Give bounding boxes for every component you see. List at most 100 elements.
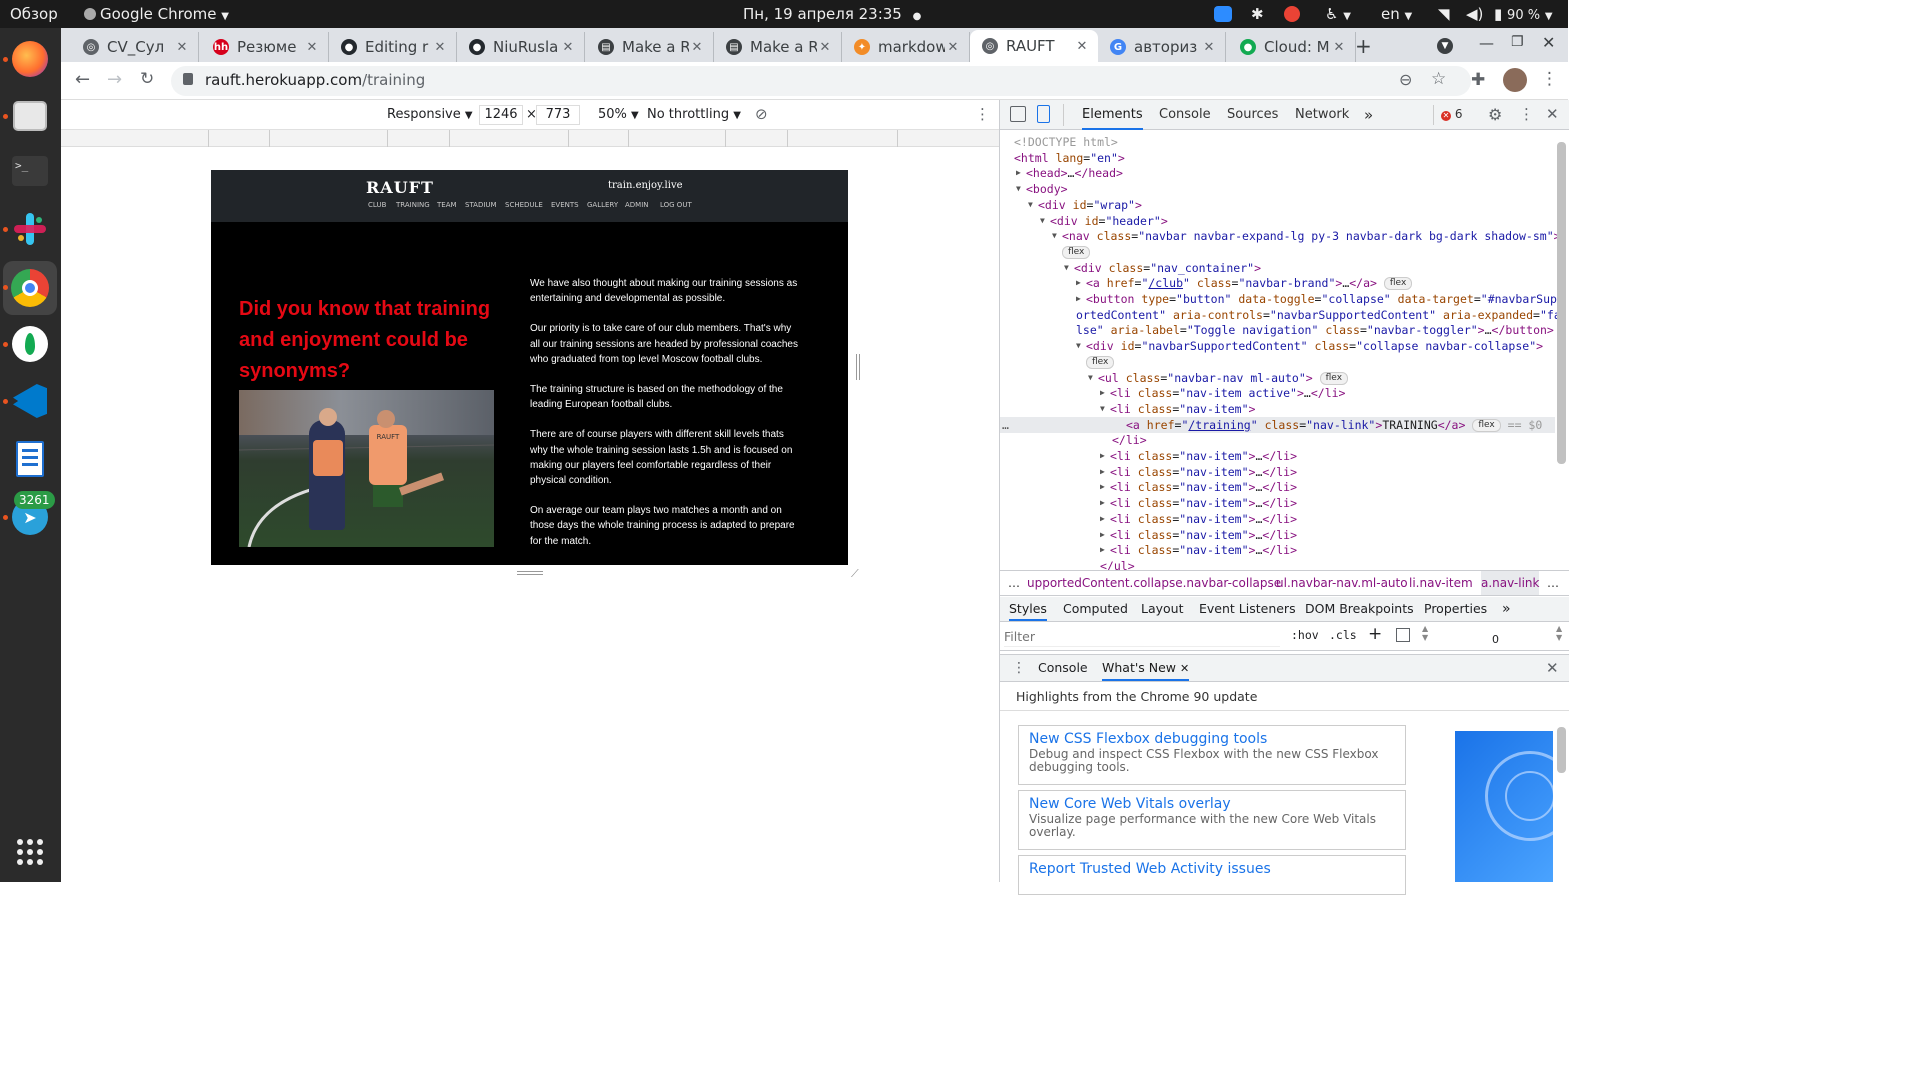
breadcrumb-item[interactable]: li.nav-item xyxy=(1409,571,1473,595)
more-tabs-icon[interactable]: » xyxy=(1364,100,1373,130)
throttling-dropdown[interactable]: No throttling ▼ xyxy=(647,107,741,122)
site-nav-log-out[interactable]: LOG OUT xyxy=(660,201,692,209)
site-nav-events[interactable]: EVENTS xyxy=(551,201,579,209)
text-editor-icon[interactable] xyxy=(9,438,51,480)
whats-new-card[interactable]: New CSS Flexbox debugging tools Debug an… xyxy=(1018,725,1406,785)
dom-node[interactable]: ▶ <li class="nav-item">…</li> xyxy=(1000,511,1555,527)
zoom-icon[interactable]: ⊖ xyxy=(1399,70,1412,89)
viewport-width-input[interactable]: 1246 xyxy=(479,105,523,125)
device-options-icon[interactable]: ⋮ xyxy=(975,105,990,123)
tab[interactable]: ● Cloud: M ✕ xyxy=(1228,32,1356,62)
chrome-menu-icon[interactable]: ⋮ xyxy=(1541,69,1558,89)
dom-node[interactable]: ▶ <li class="nav-item active">…</li> xyxy=(1000,385,1555,401)
dom-node[interactable]: lse" aria-label="Toggle navigation" clas… xyxy=(1000,322,1555,338)
whats-new-card[interactable]: New Core Web Vitals overlay Visualize pa… xyxy=(1018,790,1406,850)
clock[interactable]: Пн, 19 апреля 23:35 ● xyxy=(743,0,921,28)
corner-resize-handle[interactable]: ⟋ xyxy=(851,567,859,581)
expand-arrow-icon[interactable]: ▶ xyxy=(1100,479,1105,495)
drawer-tab-console[interactable]: Console xyxy=(1038,655,1088,681)
collapse-arrow-icon[interactable]: ▼ xyxy=(1016,181,1021,197)
firefox-icon[interactable] xyxy=(9,38,51,80)
dom-node[interactable]: ▶ <li class="nav-item">…</li> xyxy=(1000,479,1555,495)
tab[interactable]: ◎ CV_Сул ✕ xyxy=(71,32,199,62)
chrome-remote-icon[interactable] xyxy=(1284,6,1300,22)
battery-indicator[interactable]: ▮ 90 % ▼ xyxy=(1494,0,1553,28)
tab-properties[interactable]: Properties xyxy=(1424,597,1487,621)
close-tab-icon[interactable]: ✕ xyxy=(304,40,320,55)
tab[interactable]: ◎ RAUFT ✕ xyxy=(970,30,1098,62)
breadcrumb-more[interactable]: … xyxy=(1008,571,1020,595)
dom-scrollbar[interactable] xyxy=(1557,142,1566,464)
close-tab-icon[interactable]: ✕ xyxy=(432,40,448,55)
collapse-arrow-icon[interactable]: ▼ xyxy=(1028,197,1033,213)
new-style-rule-icon[interactable]: + xyxy=(1368,624,1382,644)
dom-node-selected[interactable]: <a href="/training" class="nav-link">TRA… xyxy=(1000,416,1555,433)
whats-new-card[interactable]: Report Trusted Web Activity issues xyxy=(1018,855,1406,895)
breadcrumb-item[interactable]: upportedContent.collapse.navbar-collapse xyxy=(1027,571,1281,595)
drawer-tab-whats-new[interactable]: What's New ✕ xyxy=(1102,655,1190,681)
drawer-scrollbar[interactable] xyxy=(1557,727,1566,773)
files-icon[interactable] xyxy=(9,95,51,137)
expand-arrow-icon[interactable]: ▶ xyxy=(1100,542,1105,558)
tab-layout[interactable]: Layout xyxy=(1141,597,1184,621)
hover-state-toggle[interactable]: :hov xyxy=(1291,628,1319,642)
collapse-arrow-icon[interactable]: ▼ xyxy=(1040,213,1045,229)
tab-network[interactable]: Network xyxy=(1295,100,1349,130)
expand-arrow-icon[interactable]: ▶ xyxy=(1100,511,1105,527)
card-title[interactable]: Report Trusted Web Activity issues xyxy=(1029,860,1395,878)
back-button[interactable]: ← xyxy=(75,69,90,90)
device-toggle-icon[interactable] xyxy=(1037,105,1050,123)
breadcrumb-item[interactable]: ul.navbar-nav.ml-auto xyxy=(1276,571,1408,595)
expand-arrow-icon[interactable]: ▶ xyxy=(1076,291,1081,307)
bookmark-star-icon[interactable]: ☆ xyxy=(1431,69,1446,89)
minimize-button[interactable]: — xyxy=(1479,34,1494,52)
expand-arrow-icon[interactable]: ▶ xyxy=(1100,495,1105,511)
chrome-icon[interactable] xyxy=(3,261,57,315)
dom-node[interactable]: ▶ <li class="nav-item">…</li> xyxy=(1000,527,1555,543)
site-nav-admin[interactable]: ADMIN xyxy=(625,201,649,209)
profile-avatar[interactable] xyxy=(1503,68,1527,92)
slack-tray-icon[interactable]: ✱ xyxy=(1251,0,1264,28)
dom-node[interactable]: ▼ <div id="navbarSupportedContent" class=… xyxy=(1000,338,1555,354)
device-mode-dropdown[interactable]: Responsive ▼ xyxy=(387,107,473,122)
styles-filter-input[interactable] xyxy=(1004,626,1280,647)
collapse-arrow-icon[interactable]: ▼ xyxy=(1064,260,1069,276)
expand-arrow-icon[interactable]: ▶ xyxy=(1016,165,1021,181)
close-tab-icon[interactable]: ✕ xyxy=(174,40,190,55)
new-tab-button[interactable]: + xyxy=(1355,34,1372,58)
tab-dom-breakpoints[interactable]: DOM Breakpoints xyxy=(1305,597,1414,621)
dom-node[interactable]: ▼ <div id="header"> xyxy=(1000,213,1555,229)
tab-search-icon[interactable]: ▼ xyxy=(1437,38,1453,54)
volume-icon[interactable]: ◀) xyxy=(1466,0,1483,28)
node-actions-icon[interactable]: … xyxy=(1002,417,1009,433)
apps-grid-icon[interactable] xyxy=(9,831,51,873)
wifi-icon[interactable]: ◥ xyxy=(1438,0,1450,28)
restore-button[interactable]: ❐ xyxy=(1511,34,1524,50)
card-title[interactable]: New Core Web Vitals overlay xyxy=(1029,795,1395,813)
tab-computed[interactable]: Computed xyxy=(1063,597,1128,621)
bottom-resize-handle[interactable] xyxy=(517,571,543,575)
breadcrumb-more[interactable]: … xyxy=(1547,571,1559,595)
collapse-arrow-icon[interactable]: ▼ xyxy=(1100,401,1105,417)
site-nav-schedule[interactable]: SCHEDULE xyxy=(505,201,543,209)
dom-node[interactable]: </li> xyxy=(1000,432,1555,448)
scroll-arrows-icon[interactable]: ▲ ▼ xyxy=(1556,624,1562,642)
close-window-button[interactable]: ✕ xyxy=(1542,33,1555,52)
dom-node[interactable]: flex xyxy=(1000,354,1555,370)
close-tab-icon[interactable]: ✕ xyxy=(1201,40,1217,55)
expand-arrow-icon[interactable]: ▶ xyxy=(1100,527,1105,543)
scroll-arrows-icon[interactable]: ▲ ▼ xyxy=(1422,624,1428,642)
collapse-arrow-icon[interactable]: ▼ xyxy=(1076,338,1081,354)
reload-button[interactable]: ↻ xyxy=(140,69,154,89)
rotate-icon[interactable]: ⊘ xyxy=(755,105,768,123)
dom-node[interactable]: ▼ <body> xyxy=(1000,181,1555,197)
terminal-icon[interactable]: >_ xyxy=(9,150,51,192)
error-counter[interactable]: ✕ 6 xyxy=(1441,107,1462,121)
accessibility-icon[interactable]: ♿ ▼ xyxy=(1325,0,1351,28)
dom-node[interactable]: ortedContent" aria-controls="navbarSuppo… xyxy=(1000,307,1561,323)
settings-gear-icon[interactable]: ⚙ xyxy=(1488,105,1502,124)
tab[interactable]: ● Editing r ✕ xyxy=(329,32,457,62)
close-tab-icon[interactable]: ✕ xyxy=(689,40,705,55)
site-nav-training[interactable]: TRAINING xyxy=(396,201,430,209)
site-nav-team[interactable]: TEAM xyxy=(437,201,457,209)
